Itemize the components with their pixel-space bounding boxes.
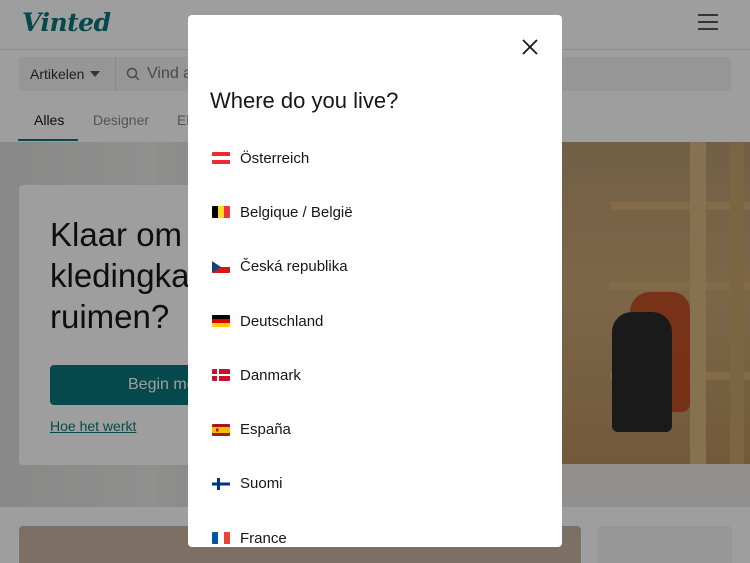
- country-name: España: [240, 421, 291, 439]
- denmark-flag-icon: [212, 369, 230, 382]
- country-item-spain[interactable]: España: [188, 402, 562, 456]
- country-item-czech-republic[interactable]: Česká republika: [188, 240, 562, 294]
- close-icon[interactable]: [518, 35, 542, 59]
- belgium-flag-icon: [212, 206, 230, 219]
- germany-flag-icon: [212, 315, 230, 328]
- czech-flag-icon: [212, 260, 230, 273]
- country-name: Belgique / België: [240, 203, 353, 221]
- country-item-austria[interactable]: Österreich: [188, 131, 562, 185]
- country-name: Suomi: [240, 475, 283, 493]
- country-item-finland[interactable]: Suomi: [188, 457, 562, 511]
- country-name: Danmark: [240, 366, 301, 384]
- country-name: France: [240, 529, 287, 547]
- country-item-germany[interactable]: Deutschland: [188, 294, 562, 348]
- country-select-modal: Where do you live? Österreich Belgique /…: [188, 15, 562, 547]
- modal-title: Where do you live?: [210, 88, 399, 113]
- country-item-denmark[interactable]: Danmark: [188, 348, 562, 402]
- country-item-france[interactable]: France: [188, 511, 562, 547]
- country-list: Österreich Belgique / België Česká repub…: [188, 131, 562, 547]
- france-flag-icon: [212, 532, 230, 545]
- austria-flag-icon: [212, 152, 230, 165]
- country-name: Česká republika: [240, 258, 348, 276]
- finland-flag-icon: [212, 477, 230, 490]
- country-name: Österreich: [240, 149, 310, 167]
- spain-flag-icon: [212, 423, 230, 436]
- country-item-belgium[interactable]: Belgique / België: [188, 185, 562, 239]
- country-name: Deutschland: [240, 312, 324, 330]
